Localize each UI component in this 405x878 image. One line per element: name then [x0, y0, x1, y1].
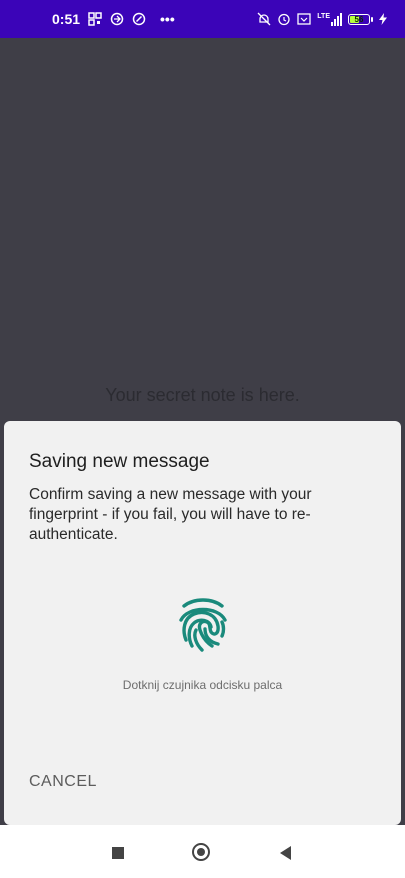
network-type: LTE — [317, 12, 330, 20]
home-dot-icon — [197, 848, 205, 856]
status-bar-left: 0:51 ••• — [52, 10, 175, 28]
charging-bolt-icon — [379, 13, 387, 25]
biometric-dialog: Saving new message Confirm saving a new … — [4, 421, 401, 825]
fingerprint-hint: Dotknij czujnika odcisku palca — [122, 678, 283, 692]
status-bar: 0:51 ••• LTE 56 — [0, 0, 405, 38]
dialog-title: Saving new message — [29, 451, 210, 472]
more-notifications-indicator: ••• — [160, 11, 175, 27]
clock: 0:51 — [52, 11, 81, 27]
alarm-icon — [278, 13, 290, 26]
secret-note-text: Your secret note is here. — [105, 385, 300, 405]
home-button[interactable] — [192, 843, 210, 861]
dialog-description: Confirm saving a new message with your f… — [29, 486, 312, 543]
cancel-button[interactable]: CANCEL — [29, 773, 97, 791]
silent-bell-icon — [257, 12, 271, 26]
app-notification-icon — [110, 12, 124, 26]
navigation-bar — [0, 825, 405, 878]
back-button[interactable] — [280, 846, 291, 860]
recents-button[interactable] — [112, 847, 124, 859]
battery-icon: 56 — [348, 13, 373, 25]
fingerprint-icon — [179, 598, 227, 652]
lte-signal-icon: LTE — [317, 12, 342, 26]
vowifi-icon — [297, 13, 311, 25]
battery-level: 56 — [354, 14, 364, 24]
status-bar-right: LTE 56 — [257, 10, 387, 28]
app-notification-icon — [132, 12, 146, 26]
qr-code-icon — [88, 12, 102, 26]
